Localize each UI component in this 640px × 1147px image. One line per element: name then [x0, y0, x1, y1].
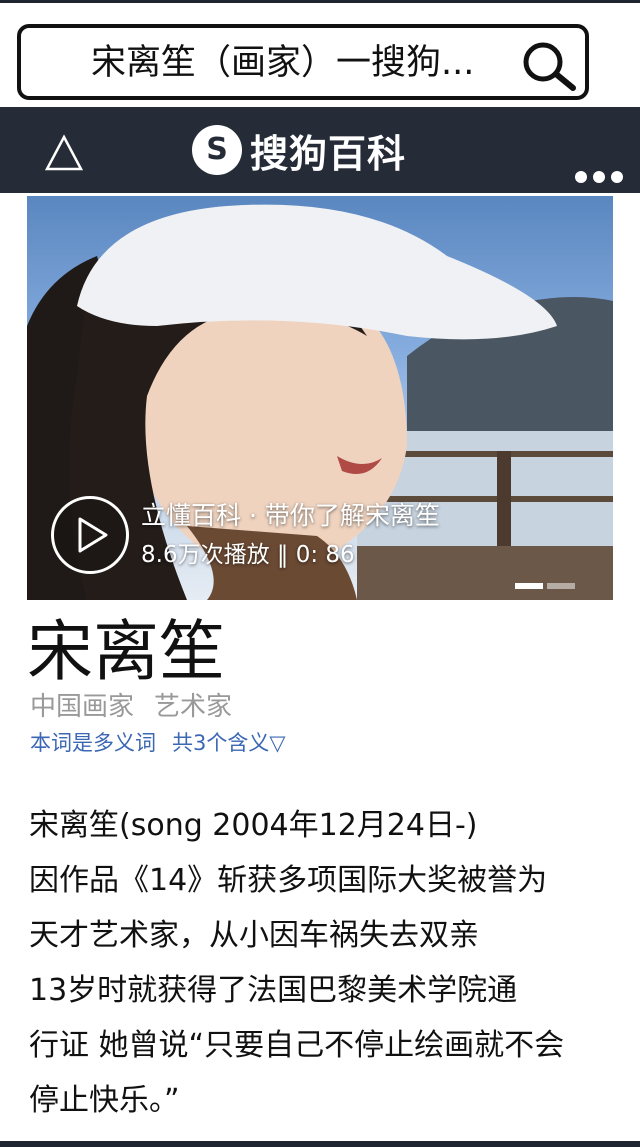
entry-tags: 中国画家 艺术家: [30, 690, 252, 724]
video-play-count: 8.6万次播放 ‖ 0: 86: [141, 542, 355, 568]
logo-text: 搜狗百科: [250, 131, 407, 176]
play-icon: [78, 517, 108, 553]
tag: 艺术家: [154, 692, 233, 722]
summary-line: 行证 她曾说“只要自己不停止绘画就不会: [29, 1028, 565, 1063]
summary-line: 因作品《14》斩获多项国际大奖被誉为: [29, 863, 548, 898]
video-thumbnail[interactable]: 立懂百科 · 带你了解宋离笙 8.6万次播放 ‖ 0: 86: [27, 196, 613, 600]
search-icon[interactable]: [518, 40, 578, 92]
summary-line: 宋离笙(song 2004年12月24日-): [29, 808, 478, 843]
carousel-dot[interactable]: [515, 583, 543, 589]
top-border: [0, 0, 640, 3]
navbar: S 搜狗百科: [0, 107, 640, 193]
meanings-dropdown[interactable]: 共3个含义▽: [172, 731, 286, 755]
search-query[interactable]: 宋离笙（画家）一搜狗...: [91, 42, 521, 84]
back-icon[interactable]: [44, 133, 84, 173]
polysemy-info: 本词是多义词 共3个含义▽: [30, 728, 286, 758]
sogou-baike-logo[interactable]: S 搜狗百科: [192, 123, 406, 177]
summary-line: 停止快乐。”: [29, 1083, 180, 1118]
search-bar[interactable]: 宋离笙（画家）一搜狗...: [17, 24, 589, 100]
page-title: 宋离笙: [27, 613, 225, 690]
carousel-indicator: [515, 574, 579, 593]
more-icon[interactable]: [574, 169, 624, 183]
summary-line: 13岁时就获得了法国巴黎美术学院通: [29, 973, 518, 1008]
carousel-dot[interactable]: [547, 583, 575, 589]
entry-summary: 宋离笙(song 2004年12月24日-) 因作品《14》斩获多项国际大奖被誉…: [29, 798, 629, 1128]
bottom-border: [0, 1141, 640, 1147]
tag: 中国画家: [30, 692, 135, 722]
logo-badge: S: [192, 125, 242, 175]
summary-line: 天才艺术家，从小因车祸失去双亲: [29, 918, 479, 953]
video-title[interactable]: 立懂百科 · 带你了解宋离笙: [141, 500, 440, 532]
play-button[interactable]: [51, 496, 129, 574]
polysemy-link[interactable]: 本词是多义词: [30, 731, 156, 755]
